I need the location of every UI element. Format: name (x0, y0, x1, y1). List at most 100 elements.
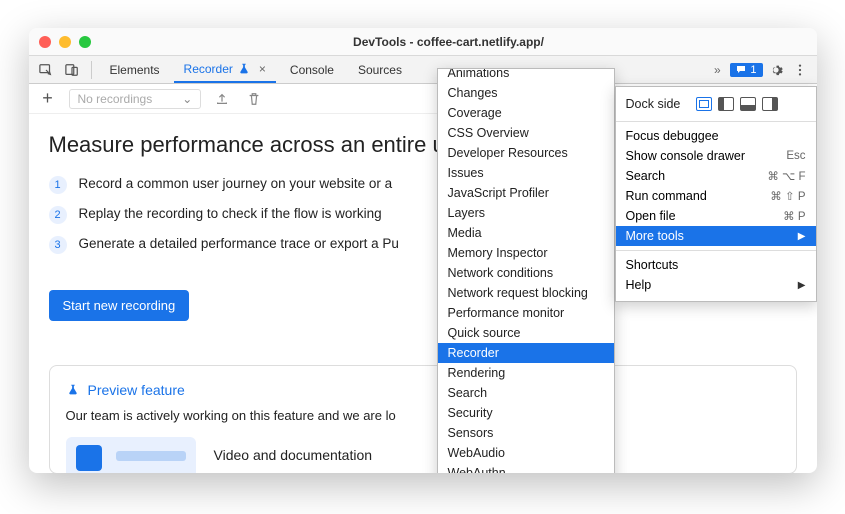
menu-item-label: Focus debuggee (626, 129, 719, 143)
more-tools-item[interactable]: Developer Resources (438, 143, 614, 163)
more-tools-item[interactable]: Recorder (438, 343, 614, 363)
close-window-icon[interactable] (39, 36, 51, 48)
more-tools-item[interactable]: WebAudio (438, 443, 614, 463)
menu-separator (616, 250, 816, 251)
message-icon (736, 65, 746, 75)
window-title: DevTools - coffee-cart.netlify.app/ (91, 35, 807, 49)
issues-badge[interactable]: 1 (730, 63, 762, 77)
preview-feature-box: Preview feature Our team is actively wor… (49, 365, 797, 473)
flask-icon (66, 383, 80, 397)
more-tools-item[interactable]: Issues (438, 163, 614, 183)
devtools-main-menu: Dock side Focus debuggee Show console dra… (615, 86, 817, 302)
preview-heading: Preview feature (66, 382, 780, 398)
menu-item[interactable]: Open file ⌘ P (616, 206, 816, 226)
menu-item-shortcut: Esc (786, 150, 805, 162)
more-tools-item[interactable]: Coverage (438, 103, 614, 123)
menu-shortcuts[interactable]: Shortcuts (616, 255, 816, 275)
step-number: 3 (49, 236, 67, 254)
menu-item-label: Show console drawer (626, 149, 746, 163)
more-tools-item[interactable]: CSS Overview (438, 123, 614, 143)
menu-item[interactable]: Focus debuggee (616, 126, 816, 146)
chevron-down-icon: ⌄ (182, 92, 192, 106)
kebab-icon[interactable] (789, 59, 811, 81)
recordings-dropdown[interactable]: No recordings ⌄ (69, 89, 202, 109)
add-icon[interactable]: + (37, 88, 59, 110)
menu-item-label: Run command (626, 189, 707, 203)
more-tools-item[interactable]: Network conditions (438, 263, 614, 283)
more-tools-submenu: AnimationsChangesCoverageCSS OverviewDev… (437, 68, 615, 473)
device-toggle-icon[interactable] (61, 59, 83, 81)
more-tools-item[interactable]: Media (438, 223, 614, 243)
menu-item[interactable]: Search ⌘ ⌥ F (616, 166, 816, 186)
traffic-lights (39, 36, 91, 48)
more-tools-item[interactable]: Quick source (438, 323, 614, 343)
issues-count: 1 (750, 64, 756, 76)
tab-sources[interactable]: Sources (348, 56, 412, 83)
dock-side-label: Dock side (626, 97, 681, 111)
tab-elements-label: Elements (110, 63, 160, 77)
more-tabs-icon[interactable]: » (706, 59, 728, 81)
tab-recorder-label: Recorder (184, 62, 233, 76)
close-tab-icon[interactable]: × (259, 62, 266, 76)
step-text: Record a common user journey on your web… (79, 176, 393, 191)
more-tools-item[interactable]: Network request blocking (438, 283, 614, 303)
dock-left-icon[interactable] (718, 97, 734, 111)
more-tools-item[interactable]: WebAuthn (438, 463, 614, 473)
recordings-dropdown-label: No recordings (78, 92, 153, 106)
inspect-icon[interactable] (35, 59, 57, 81)
step-text: Replay the recording to check if the flo… (79, 206, 382, 221)
step-text: Generate a detailed performance trace or… (79, 236, 399, 251)
dock-side-row: Dock side (616, 93, 816, 117)
video-row: Video and documentation (66, 437, 780, 473)
tab-console[interactable]: Console (280, 56, 344, 83)
preview-text: Our team is actively working on this fea… (66, 408, 780, 423)
dock-right-icon[interactable] (762, 97, 778, 111)
menu-item-label: Search (626, 169, 666, 183)
video-title: Video and documentation (214, 447, 373, 463)
more-tools-item[interactable]: Search (438, 383, 614, 403)
more-tools-item[interactable]: Layers (438, 203, 614, 223)
titlebar: DevTools - coffee-cart.netlify.app/ (29, 28, 817, 56)
export-icon[interactable] (211, 88, 233, 110)
start-recording-button[interactable]: Start new recording (49, 290, 190, 321)
more-tools-item[interactable]: Performance monitor (438, 303, 614, 323)
tab-sources-label: Sources (358, 63, 402, 77)
more-tools-item[interactable]: Sensors (438, 423, 614, 443)
more-tools-item[interactable]: Animations (438, 68, 614, 83)
tab-elements[interactable]: Elements (100, 56, 170, 83)
dock-options (696, 97, 778, 111)
preview-title-label: Preview feature (88, 382, 185, 398)
minimize-window-icon[interactable] (59, 36, 71, 48)
gear-icon[interactable] (765, 59, 787, 81)
step-number: 1 (49, 176, 67, 194)
submenu-arrow-icon: ▶ (798, 231, 806, 242)
tab-recorder[interactable]: Recorder × (174, 56, 276, 83)
more-tools-item[interactable]: Security (438, 403, 614, 423)
menu-item-label: Open file (626, 209, 676, 223)
submenu-arrow-icon: ▶ (798, 280, 806, 291)
zoom-window-icon[interactable] (79, 36, 91, 48)
devtools-window: DevTools - coffee-cart.netlify.app/ Elem… (29, 28, 817, 473)
menu-item-shortcut: ⌘ ⇧ P (770, 189, 805, 203)
step-number: 2 (49, 206, 67, 224)
shortcuts-label: Shortcuts (626, 258, 679, 272)
more-tools-item[interactable]: Memory Inspector (438, 243, 614, 263)
more-tools-item[interactable]: Rendering (438, 363, 614, 383)
devtools-tabbar: Elements Recorder × Console Sources » 1 (29, 56, 817, 84)
menu-separator (616, 121, 816, 122)
menu-item[interactable]: Run command ⌘ ⇧ P (616, 186, 816, 206)
menu-item-shortcut: ⌘ P (783, 209, 805, 223)
tab-console-label: Console (290, 63, 334, 77)
menu-help[interactable]: Help ▶ (616, 275, 816, 295)
help-label: Help (626, 278, 652, 292)
menu-item-shortcut: ⌘ ⌥ F (767, 169, 805, 183)
menu-item[interactable]: Show console drawer Esc (616, 146, 816, 166)
delete-icon[interactable] (243, 88, 265, 110)
more-tools-item[interactable]: Changes (438, 83, 614, 103)
more-tools-item[interactable]: JavaScript Profiler (438, 183, 614, 203)
dock-undock-icon[interactable] (696, 97, 712, 111)
video-thumbnail[interactable] (66, 437, 196, 473)
dock-bottom-icon[interactable] (740, 97, 756, 111)
menu-more-tools[interactable]: More tools ▶ (616, 226, 816, 246)
divider (91, 61, 92, 79)
